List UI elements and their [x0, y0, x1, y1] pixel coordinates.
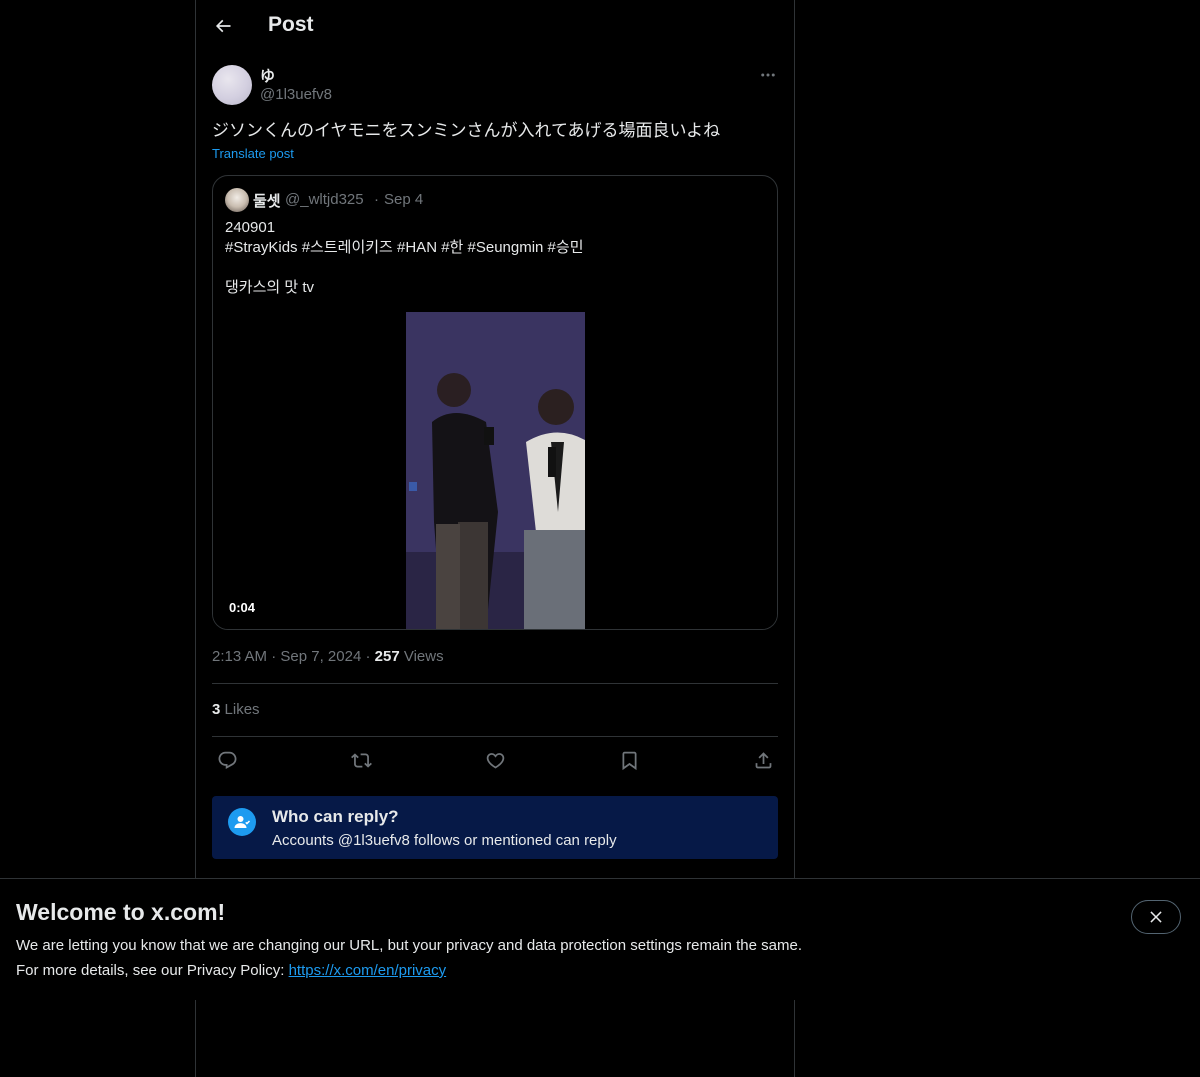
- likes-count: 3: [212, 701, 221, 718]
- divider: [212, 683, 778, 684]
- who-can-reply-title: Who can reply?: [272, 807, 399, 826]
- video-thumbnail[interactable]: [406, 312, 585, 629]
- quoted-text: 240901 #StrayKids #스트레이키즈 #HAN #한 #Seung…: [225, 218, 765, 298]
- share-button[interactable]: [748, 747, 778, 773]
- video-duration: 0:04: [225, 599, 260, 616]
- post-text: ジソンくんのイヤモニをスンミンさんが入れてあげる場面良いよね: [212, 121, 721, 140]
- privacy-policy-link[interactable]: https://x.com/en/privacy: [289, 962, 447, 979]
- more-options-button[interactable]: [754, 64, 782, 86]
- quoted-avatar[interactable]: [225, 188, 249, 212]
- views-label: Views: [403, 648, 444, 665]
- post-time[interactable]: 2:13 AM: [212, 648, 267, 665]
- header: Post: [196, 0, 794, 53]
- quoted-handle[interactable]: @_wltjd325: [285, 191, 364, 208]
- author-handle[interactable]: @1l3uefv8: [260, 86, 332, 103]
- banner-message: We are letting you know that we are chan…: [16, 937, 802, 954]
- video-scene: [406, 312, 585, 629]
- meta-separator: ·: [271, 648, 277, 665]
- quoted-text-line: 240901: [225, 219, 276, 236]
- post-metadata: 2:13 AM · Sep 7, 2024 · 257 Views: [212, 648, 444, 665]
- close-icon: [1150, 911, 1162, 923]
- divider: [212, 736, 778, 737]
- share-icon: [755, 751, 771, 768]
- quoted-text-line: 댕카스의 맛 tv: [225, 279, 315, 296]
- back-button[interactable]: [206, 9, 240, 43]
- author-display-name[interactable]: ゆ: [260, 65, 275, 86]
- more-icon: [761, 73, 775, 77]
- welcome-banner: Welcome to x.com! We are letting you kno…: [0, 878, 1200, 1000]
- video-player[interactable]: 0:04: [213, 312, 777, 629]
- quoted-text-line: #StrayKids #스트레이키즈 #HAN #한 #Seungmin #승민: [225, 239, 584, 256]
- banner-privacy-prefix: For more details, see our Privacy Policy…: [16, 962, 289, 979]
- who-can-reply-subtitle: Accounts @1l3uefv8 follows or mentioned …: [272, 832, 617, 849]
- page-title: Post: [268, 13, 314, 36]
- who-can-reply-notice: Who can reply? Accounts @1l3uefv8 follow…: [212, 796, 778, 859]
- banner-privacy-line: For more details, see our Privacy Policy…: [16, 962, 446, 979]
- repost-button[interactable]: [346, 747, 376, 773]
- bookmark-icon: [622, 751, 636, 770]
- bookmark-button[interactable]: [614, 747, 644, 773]
- quoted-text-line: [225, 258, 765, 278]
- reply-icon: [218, 751, 236, 769]
- action-bar: [212, 747, 778, 773]
- quoted-display-name[interactable]: 둘셋: [253, 190, 281, 211]
- quoted-separator: ·: [374, 191, 379, 208]
- quoted-post[interactable]: 둘셋 @_wltjd325 · Sep 4 240901 #StrayKids …: [212, 175, 778, 630]
- close-banner-button[interactable]: [1131, 900, 1181, 934]
- translate-post-link[interactable]: Translate post: [212, 146, 294, 161]
- like-button[interactable]: [480, 747, 510, 773]
- post-date[interactable]: Sep 7, 2024: [280, 648, 361, 665]
- people-icon: [228, 808, 256, 836]
- avatar[interactable]: [212, 65, 252, 105]
- heart-icon: [486, 752, 504, 769]
- repost-icon: [350, 752, 372, 768]
- likes-label: Likes: [224, 701, 260, 718]
- reply-button[interactable]: [212, 747, 242, 773]
- quoted-date[interactable]: Sep 4: [384, 191, 423, 208]
- arrow-left-icon: [215, 19, 231, 33]
- meta-separator: ·: [365, 648, 371, 665]
- views-count: 257: [374, 648, 400, 665]
- likes-stat[interactable]: 3 Likes: [212, 701, 260, 718]
- banner-title: Welcome to x.com!: [16, 899, 226, 925]
